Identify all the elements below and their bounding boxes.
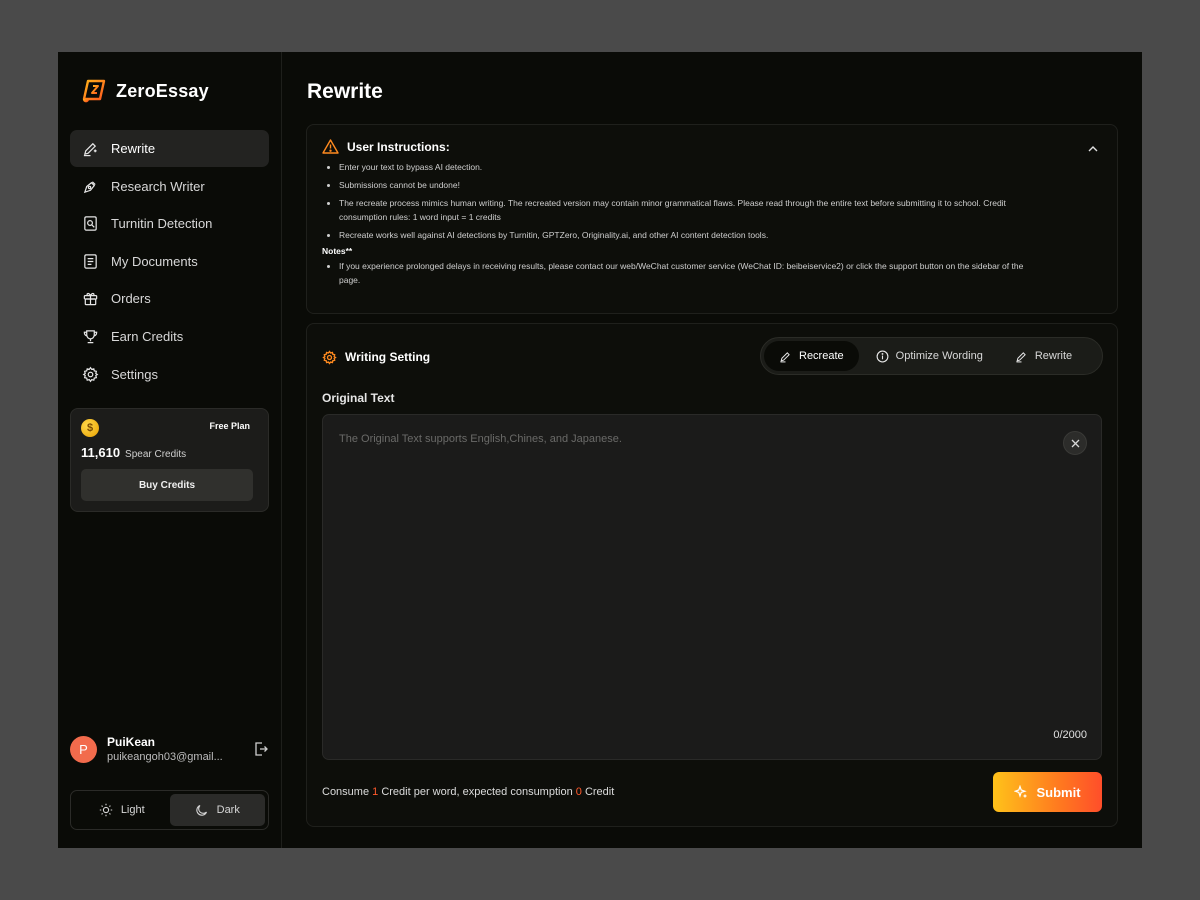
theme-light-label: Light (120, 804, 145, 816)
pen-sparkle-icon (83, 142, 97, 157)
original-text-box: 0/2000 (322, 414, 1102, 760)
list-item: If you experience prolonged delays in re… (339, 259, 1029, 287)
notes-title: Notes** (322, 246, 353, 256)
coin-icon: $ (81, 419, 99, 437)
theme-dark-option[interactable]: Dark (169, 794, 265, 826)
sidebar-item-label: Settings (111, 366, 158, 382)
consume-prefix: Consume (322, 786, 373, 798)
sidebar-item-research-writer[interactable]: Research Writer (70, 168, 269, 205)
sidebar-item-earn-credits[interactable]: Earn Credits (70, 318, 269, 355)
sun-icon (99, 803, 113, 817)
logo-icon (82, 79, 106, 103)
main-content: Rewrite User Instructions: Enter your te… (282, 52, 1142, 848)
document-icon (84, 254, 97, 269)
theme-dark-label: Dark (216, 804, 240, 816)
user-name: PuiKean (107, 735, 156, 749)
gear-icon (82, 366, 99, 382)
writing-setting-title: Writing Setting (345, 350, 431, 364)
original-text-label: Original Text (322, 391, 395, 405)
app-window: ZeroEssay Rewrite Research Writer Turnit… (58, 52, 1142, 848)
mode-switch: Recreate Optimize Wording Rewrite (760, 337, 1103, 375)
pen-sparkle-icon (1016, 351, 1026, 362)
pen-nib-icon (83, 180, 96, 193)
submit-button[interactable]: Submit (993, 772, 1102, 812)
app-name: ZeroEssay (116, 80, 209, 101)
gift-icon (83, 293, 98, 306)
submit-label: Submit (1036, 784, 1081, 800)
sidebar-item-label: Research Writer (111, 178, 205, 194)
theme-light-option[interactable]: Light (74, 794, 170, 826)
sidebar-item-label: Turnitin Detection (111, 216, 213, 232)
mode-rewrite[interactable]: Rewrite (1000, 341, 1087, 371)
credit-amount: 11,610 (81, 445, 121, 460)
mode-label: Optimize Wording (895, 350, 983, 362)
mode-label: Rewrite (1034, 350, 1073, 362)
sidebar-item-orders[interactable]: Orders (70, 280, 269, 317)
clear-button[interactable] (1063, 431, 1087, 455)
sidebar-item-my-documents[interactable]: My Documents (70, 243, 269, 280)
consume-middle: Credit per word, expected consumption (378, 786, 576, 798)
user-profile[interactable]: P PuiKean puikeangoh03@gmail... (70, 735, 269, 763)
credits-card: $ Free Plan 11,610 Spear Credits Buy Cre… (70, 408, 269, 512)
gear-icon (322, 349, 337, 365)
doc-search-icon (84, 216, 97, 231)
chevron-up-icon[interactable] (1087, 143, 1099, 155)
moon-icon (195, 804, 207, 816)
original-text-input[interactable] (323, 415, 1101, 759)
instructions-title: User Instructions: (347, 139, 450, 154)
sidebar-item-settings[interactable]: Settings (70, 356, 269, 393)
sidebar-item-rewrite[interactable]: Rewrite (70, 130, 269, 167)
sidebar-item-label: Earn Credits (111, 328, 184, 344)
mode-optimize-wording[interactable]: Optimize Wording (861, 341, 998, 371)
notes-list: If you experience prolonged delays in re… (322, 259, 1102, 287)
list-item: Recreate works well against AI detection… (339, 228, 1029, 242)
avatar: P (70, 735, 97, 763)
sidebar: ZeroEssay Rewrite Research Writer Turnit… (58, 52, 282, 848)
buy-credits-button[interactable]: Buy Credits (81, 469, 253, 501)
logo[interactable]: ZeroEssay (82, 78, 209, 104)
list-item: The recreate process mimics human writin… (339, 196, 1029, 224)
info-icon (876, 350, 889, 362)
char-count: 0/2000 (1053, 729, 1087, 741)
list-item: Enter your text to bypass AI detection. (339, 160, 1029, 174)
mode-recreate[interactable]: Recreate (764, 341, 859, 371)
consume-suffix: Credit (581, 786, 615, 798)
sidebar-item-label: Rewrite (111, 141, 156, 156)
consumption-info: Consume 1 Credit per word, expected cons… (322, 786, 614, 798)
warning-icon (322, 139, 339, 154)
sidebar-nav: Rewrite Research Writer Turnitin Detecti… (70, 130, 269, 393)
instructions-list: Enter your text to bypass AI detection. … (322, 160, 1102, 242)
trophy-icon (83, 330, 98, 344)
close-icon (1071, 439, 1079, 447)
page-title: Rewrite (307, 80, 383, 103)
sidebar-item-label: Orders (111, 291, 151, 307)
sparkle-icon (1014, 785, 1028, 798)
plan-badge: Free Plan (209, 421, 250, 431)
theme-toggle: Light Dark (70, 790, 269, 830)
logout-icon[interactable] (253, 741, 269, 757)
instructions-panel: User Instructions: Enter your text to by… (306, 124, 1118, 314)
sidebar-item-label: My Documents (111, 253, 198, 269)
credit-unit: Spear Credits (125, 449, 187, 460)
list-item: Submissions cannot be undone! (339, 178, 1029, 192)
user-email: puikeangoh03@gmail... (107, 751, 223, 763)
sidebar-item-turnitin-detection[interactable]: Turnitin Detection (70, 205, 269, 242)
pen-sparkle-icon (780, 351, 790, 362)
writing-setting-panel: Writing Setting Recreate Optimize Wordin… (306, 323, 1118, 827)
mode-label: Recreate (799, 350, 844, 362)
